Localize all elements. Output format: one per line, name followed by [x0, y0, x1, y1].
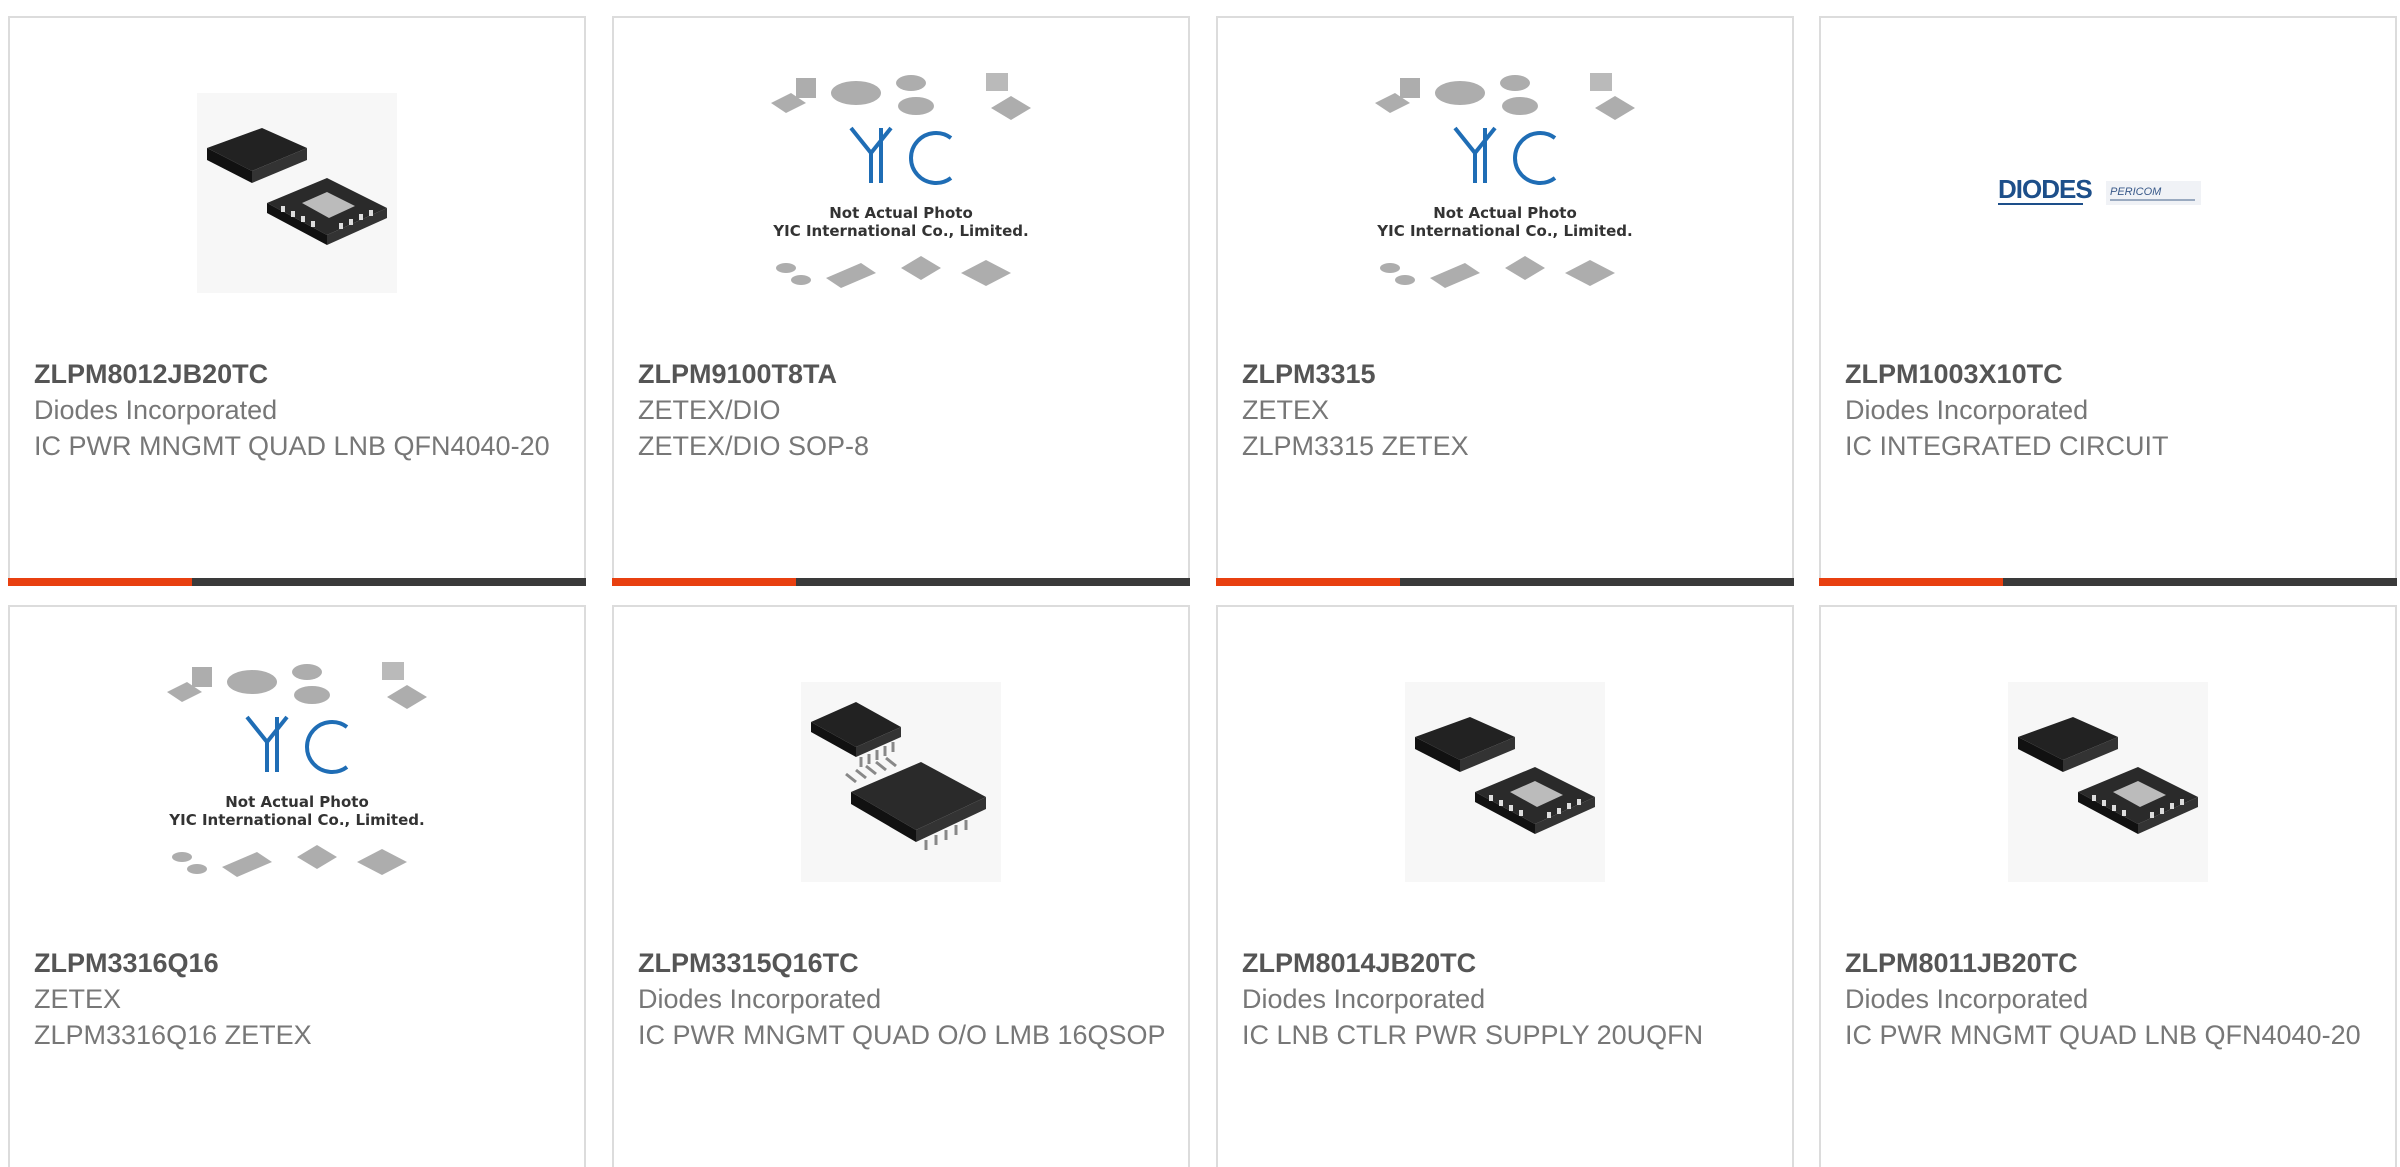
card-accent-bar — [8, 578, 192, 586]
part-number[interactable]: ZLPM8012JB20TC — [34, 356, 564, 392]
product-grid: ZLPM8012JB20TC Diodes Incorporated IC PW… — [0, 0, 2400, 1167]
product-info: ZLPM8014JB20TC Diodes Incorporated IC LN… — [1242, 945, 1772, 1053]
yic-placeholder-icon: Not Actual Photo YIC International Co., … — [167, 662, 427, 877]
part-number[interactable]: ZLPM3315Q16TC — [638, 945, 1168, 981]
product-info: ZLPM8011JB20TC Diodes Incorporated IC PW… — [1845, 945, 2375, 1053]
manufacturer: Diodes Incorporated — [34, 395, 278, 425]
yic-placeholder-icon: Not Actual Photo YIC International Co., … — [1375, 73, 1635, 288]
product-image[interactable]: Not Actual Photo YIC International Co., … — [10, 657, 584, 907]
card-bottom-bar — [8, 578, 586, 586]
description: ZETEX/DIO SOP-8 — [638, 431, 870, 461]
product-info: ZLPM1003X10TC Diodes Incorporated IC INT… — [1845, 356, 2375, 464]
qfn-chip-icon — [1405, 682, 1605, 882]
product-image[interactable] — [614, 657, 1188, 907]
card-bottom-bar — [612, 578, 1190, 586]
manufacturer: Diodes Incorporated — [1845, 395, 2089, 425]
product-info: ZLPM8012JB20TC Diodes Incorporated IC PW… — [34, 356, 564, 464]
description: ZLPM3316Q16 ZETEX — [34, 1020, 312, 1050]
card-bottom-bar — [1216, 578, 1794, 586]
product-card[interactable]: ZLPM8011JB20TC Diodes Incorporated IC PW… — [1819, 605, 2397, 1167]
part-number[interactable]: ZLPM9100T8TA — [638, 356, 1168, 392]
manufacturer: ZETEX/DIO — [638, 395, 781, 425]
description: ZLPM3315 ZETEX — [1242, 431, 1469, 461]
part-number[interactable]: ZLPM8011JB20TC — [1845, 945, 2375, 981]
manufacturer: Diodes Incorporated — [638, 984, 882, 1014]
product-card[interactable]: Not Actual Photo YIC International Co., … — [1216, 16, 1794, 586]
description: IC INTEGRATED CIRCUIT — [1845, 431, 2169, 461]
product-info: ZLPM3316Q16 ZETEX ZLPM3316Q16 ZETEX — [34, 945, 564, 1053]
qfn-chip-icon — [2008, 682, 2208, 882]
card-accent-bar — [1216, 578, 1400, 586]
part-number[interactable]: ZLPM8014JB20TC — [1242, 945, 1772, 981]
placeholder-line1: Not Actual Photo — [225, 793, 369, 811]
description: IC PWR MNGMT QUAD LNB QFN4040-20 — [34, 431, 550, 461]
manufacturer: Diodes Incorporated — [1845, 984, 2089, 1014]
diodes-pericom-logo-icon: DIODES PERICOM — [1998, 174, 2201, 205]
qsop-chip-icon — [801, 682, 1001, 882]
product-image[interactable] — [1218, 657, 1792, 907]
product-card[interactable]: ZLPM8012JB20TC Diodes Incorporated IC PW… — [8, 16, 586, 586]
part-number[interactable]: ZLPM3316Q16 — [34, 945, 564, 981]
product-image[interactable] — [1821, 657, 2395, 907]
product-card[interactable]: Not Actual Photo YIC International Co., … — [8, 605, 586, 1167]
part-number[interactable]: ZLPM3315 — [1242, 356, 1772, 392]
product-card[interactable]: Not Actual Photo YIC International Co., … — [612, 16, 1190, 586]
product-image[interactable]: Not Actual Photo YIC International Co., … — [614, 68, 1188, 318]
card-bottom-bar — [1819, 578, 2397, 586]
manufacturer: ZETEX — [34, 984, 122, 1014]
product-card[interactable]: ZLPM8014JB20TC Diodes Incorporated IC LN… — [1216, 605, 1794, 1167]
product-info: ZLPM3315Q16TC Diodes Incorporated IC PWR… — [638, 945, 1168, 1053]
qfn-chip-icon — [197, 93, 397, 293]
placeholder-line2: YIC International Co., Limited. — [168, 811, 424, 829]
product-info: ZLPM9100T8TA ZETEX/DIO ZETEX/DIO SOP-8 — [638, 356, 1168, 464]
placeholder-line2: YIC International Co., Limited. — [772, 222, 1028, 240]
product-card[interactable]: ZLPM3315Q16TC Diodes Incorporated IC PWR… — [612, 605, 1190, 1167]
card-accent-bar — [1819, 578, 2003, 586]
product-image[interactable]: DIODES PERICOM — [1821, 68, 2395, 318]
diodes-logo: DIODES — [1998, 174, 2092, 204]
product-image[interactable] — [10, 68, 584, 318]
product-image[interactable]: Not Actual Photo YIC International Co., … — [1218, 68, 1792, 318]
placeholder-line1: Not Actual Photo — [829, 204, 973, 222]
product-card[interactable]: DIODES PERICOM ZLPM1003X10TC Diodes Inco… — [1819, 16, 2397, 586]
description: IC PWR MNGMT QUAD LNB QFN4040-20 — [1845, 1020, 2361, 1050]
placeholder-line1: Not Actual Photo — [1433, 204, 1577, 222]
yic-placeholder-icon: Not Actual Photo YIC International Co., … — [771, 73, 1031, 288]
product-info: ZLPM3315 ZETEX ZLPM3315 ZETEX — [1242, 356, 1772, 464]
description: IC PWR MNGMT QUAD O/O LMB 16QSOP — [638, 1020, 1166, 1050]
part-number[interactable]: ZLPM1003X10TC — [1845, 356, 2375, 392]
pericom-logo: PERICOM — [2110, 186, 2162, 198]
placeholder-line2: YIC International Co., Limited. — [1376, 222, 1632, 240]
manufacturer: ZETEX — [1242, 395, 1330, 425]
description: IC LNB CTLR PWR SUPPLY 20UQFN — [1242, 1020, 1704, 1050]
card-accent-bar — [612, 578, 796, 586]
manufacturer: Diodes Incorporated — [1242, 984, 1486, 1014]
